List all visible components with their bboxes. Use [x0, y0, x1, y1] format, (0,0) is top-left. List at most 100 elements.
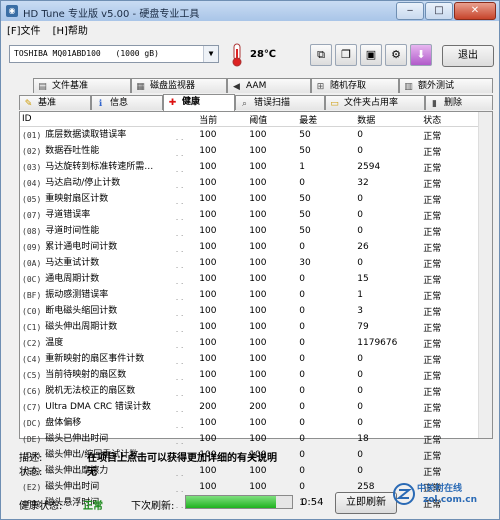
attr-threshold: 100 — [249, 338, 267, 348]
attr-data: 0 — [357, 370, 363, 380]
vertical-scrollbar[interactable] — [478, 112, 492, 438]
attr-name: 断电磁头缩回计数 . . — [43, 303, 197, 319]
options-button[interactable]: ⚙ — [385, 44, 407, 66]
table-row[interactable]: (C0) 断电磁头缩回计数 . . 100 100 0 3 正常 — [20, 303, 492, 319]
attr-id: (05) — [22, 194, 42, 204]
attr-data: 1179676 — [357, 338, 398, 348]
refresh-now-button[interactable]: 立即刷新 — [335, 492, 397, 514]
attr-id: (01) — [22, 130, 42, 140]
tab-folder-usage[interactable]: ▭ 文件夹占用率 — [325, 95, 425, 110]
attr-worst: 50 — [299, 146, 311, 156]
table-row[interactable]: (DE) 磁头已伸出时间 . . 100 100 0 18 正常 — [20, 431, 492, 447]
title-bar[interactable]: ◉ HD Tune 专业版 v5.00 - 硬盘专业工具 ‒ □ ✕ — [1, 1, 499, 22]
attr-name: 数据吞吐性能 . . — [43, 143, 197, 159]
tab-file-benchmark[interactable]: ▤ 文件基准 — [33, 78, 131, 93]
drive-model: TOSHIBA MQ01ABD100 — [14, 49, 101, 58]
attr-name-text: 马达旋转到标准转速所需… — [45, 162, 154, 172]
attr-worst: 50 — [299, 210, 311, 220]
attr-current: 100 — [199, 354, 217, 364]
table-row[interactable]: (0A) 马达重试计数 . . 100 100 30 0 正常 — [20, 255, 492, 271]
toolbar: TOSHIBA MQ01ABD100 (1000 gB) ▼ 28℃ ⧉ ❐ ▣… — [1, 39, 499, 73]
attr-current: 100 — [199, 178, 217, 188]
attr-name-text: 累计通电时间计数 — [45, 242, 118, 252]
minimize-button[interactable]: ‒ — [396, 2, 424, 20]
table-row[interactable]: (BF) 振动感测错误率 . . 100 100 0 1 正常 — [20, 287, 492, 303]
close-button[interactable]: ✕ — [454, 2, 496, 20]
attr-worst: 0 — [299, 306, 305, 316]
table-row[interactable]: (04) 马达启动/停止计数 . . 100 100 0 32 正常 — [20, 175, 492, 191]
copy-info-button[interactable]: ⧉ — [310, 44, 332, 66]
erase-icon: ▮ — [432, 99, 437, 109]
attr-id: (0C) — [22, 274, 42, 284]
thermometer-icon — [232, 43, 242, 67]
dots-separator: . . — [173, 245, 184, 254]
table-row[interactable]: (C7) Ultra DMA CRC 错误计数 . . 200 200 0 0 正常 — [20, 399, 492, 415]
col-header-id[interactable]: ID — [20, 112, 198, 127]
attr-name: 马达重试计数 . . — [43, 255, 197, 271]
table-row[interactable]: (05) 重映射扇区计数 . . 100 100 50 0 正常 — [20, 191, 492, 207]
attr-data: 79 — [357, 322, 369, 332]
attr-data: 0 — [357, 130, 363, 140]
attr-name-text: 温度 — [45, 338, 64, 348]
file-benchmark-icon: ▤ — [38, 82, 47, 92]
col-header-threshold[interactable]: 阈值 — [247, 112, 298, 127]
attr-id: (C2) — [22, 338, 42, 348]
col-header-worst[interactable]: 最差 — [297, 112, 356, 127]
tab-error-scan[interactable]: ⌕ 错误扫描 — [235, 95, 325, 110]
table-row[interactable]: (07) 寻道错误率 . . 100 100 50 0 正常 — [20, 207, 492, 223]
table-row[interactable]: (C4) 重新映射的扇区事件计数 . . 100 100 0 0 正常 — [20, 351, 492, 367]
tab-benchmark[interactable]: ✎ 基准 — [19, 95, 91, 110]
drive-select[interactable]: TOSHIBA MQ01ABD100 (1000 gB) ▼ — [9, 45, 219, 63]
dots-separator: . . — [173, 437, 184, 446]
tab-health[interactable]: ✚ 健康 — [163, 94, 235, 111]
attr-id: (C0) — [22, 306, 42, 316]
save-button[interactable]: ▣ — [360, 44, 382, 66]
attr-current: 100 — [199, 210, 217, 220]
table-row[interactable]: (C5) 当前待映射的扇区数 . . 100 100 0 0 正常 — [20, 367, 492, 383]
attr-threshold: 100 — [249, 258, 267, 268]
attr-threshold: 100 — [249, 306, 267, 316]
attr-name: 马达启动/停止计数 . . — [43, 175, 197, 191]
menu-help[interactable]: [H]帮助 — [47, 22, 94, 37]
tab-random-access[interactable]: ⊞ 随机存取 — [311, 78, 399, 93]
attr-name: 底层数据读取错误率 . . — [43, 127, 197, 144]
table-row[interactable]: (09) 累计通电时间计数 . . 100 100 0 26 正常 — [20, 239, 492, 255]
attr-data: 0 — [357, 402, 363, 412]
attr-worst: 0 — [299, 242, 305, 252]
table-row[interactable]: (08) 寻道时间性能 . . 100 100 50 0 正常 — [20, 223, 492, 239]
table-row[interactable]: (C2) 温度 . . 100 100 0 1179676 正常 — [20, 335, 492, 351]
table-row[interactable]: (01) 底层数据读取错误率 . . 100 100 50 0 正常 — [20, 127, 492, 144]
col-header-current[interactable]: 当前 — [197, 112, 248, 127]
dots-separator: . . — [173, 261, 184, 270]
refresh-countdown: 0:54 — [301, 497, 324, 508]
attr-data: 0 — [357, 226, 363, 236]
download-button[interactable]: ⬇ — [410, 44, 432, 66]
attr-current: 100 — [199, 338, 217, 348]
maximize-button[interactable]: □ — [425, 2, 453, 20]
drive-size: (1000 gB) — [115, 49, 159, 58]
error-scan-icon: ⌕ — [241, 99, 248, 109]
table-row[interactable]: (0C) 通电周期计数 . . 100 100 0 15 正常 — [20, 271, 492, 287]
attr-worst: 30 — [299, 258, 311, 268]
exit-button[interactable]: 退出 — [442, 45, 494, 67]
attr-name: 振动感测错误率 . . — [43, 287, 197, 303]
attr-id: (07) — [22, 210, 42, 220]
tab-extra-tests[interactable]: ▥ 额外测试 — [399, 78, 493, 93]
tab-info[interactable]: ℹ 信息 — [91, 95, 163, 110]
attr-name-text: 底层数据读取错误率 — [45, 130, 127, 140]
table-row[interactable]: (C6) 脱机无法校正的扇区数 . . 100 100 0 0 正常 — [20, 383, 492, 399]
attr-id: (0A) — [22, 258, 42, 268]
tab-disk-monitor[interactable]: ▦ 磁盘监视器 — [131, 78, 227, 93]
table-row[interactable]: (DC) 盘体偏移 . . 100 100 0 0 正常 — [20, 415, 492, 431]
table-row[interactable]: (C1) 磁头伸出周期计数 . . 100 100 0 79 正常 — [20, 319, 492, 335]
chevron-down-icon[interactable]: ▼ — [203, 46, 218, 62]
random-access-icon: ⊞ — [316, 82, 325, 92]
col-header-data[interactable]: 数据 — [355, 112, 422, 127]
menu-file[interactable]: [F]文件 — [1, 22, 47, 37]
tab-aam[interactable]: ◀ AAM — [227, 78, 311, 93]
table-row[interactable]: (03) 马达旋转到标准转速所需… . . 100 100 1 2594 正常 — [20, 159, 492, 175]
tab-erase[interactable]: ▮ 删除 — [425, 95, 493, 110]
table-row[interactable]: (02) 数据吞吐性能 . . 100 100 50 0 正常 — [20, 143, 492, 159]
copy-screen-button[interactable]: ❐ — [335, 44, 357, 66]
attr-worst: 0 — [299, 290, 305, 300]
